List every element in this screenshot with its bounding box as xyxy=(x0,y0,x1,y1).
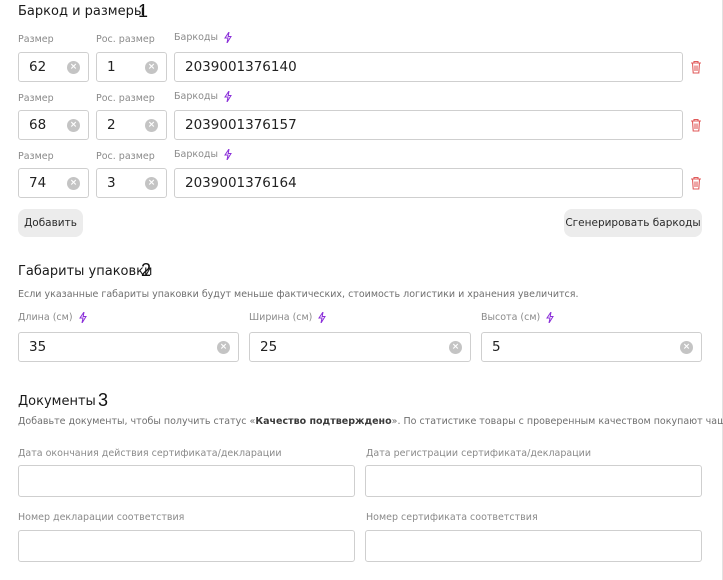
size-label: Размер xyxy=(18,93,54,104)
width-input[interactable]: 25 × xyxy=(249,332,471,362)
clear-icon[interactable]: × xyxy=(145,60,158,74)
height-label: Высота (см) xyxy=(481,312,555,323)
lightning-icon[interactable] xyxy=(318,312,327,323)
lightning-icon[interactable] xyxy=(546,312,555,323)
clear-icon[interactable]: × xyxy=(67,176,80,190)
cert-reg-date-label: Дата регистрации сертификата/декларации xyxy=(366,448,592,459)
width-label: Ширина (см) xyxy=(249,312,327,323)
clear-icon[interactable]: × xyxy=(67,60,80,74)
clear-icon[interactable]: × xyxy=(449,340,462,354)
height-input[interactable]: 5 × xyxy=(481,332,702,362)
lightning-icon[interactable] xyxy=(224,149,232,160)
cert-reg-date-input[interactable] xyxy=(365,465,702,497)
section-marker-1: 1 xyxy=(138,1,149,21)
ru-size-label: Рос. размер xyxy=(96,34,155,45)
ru-size-input[interactable]: 2 × xyxy=(96,110,167,140)
size-input[interactable]: 62 × xyxy=(18,52,89,82)
barcode-input[interactable]: 2039001376157 xyxy=(174,110,683,140)
documents-description: Добавьте документы, чтобы получить стату… xyxy=(18,416,723,427)
ru-size-input[interactable]: 1 × xyxy=(96,52,167,82)
lightning-icon[interactable] xyxy=(224,91,232,102)
packaging-description: Если указанные габариты упаковки будут м… xyxy=(18,289,579,300)
ru-size-label: Рос. размер xyxy=(96,151,155,162)
clear-icon[interactable]: × xyxy=(145,176,158,190)
ru-size-label: Рос. размер xyxy=(96,93,155,104)
size-input[interactable]: 74 × xyxy=(18,168,89,198)
lightning-icon[interactable] xyxy=(78,312,87,323)
generate-barcodes-button[interactable]: Сгенерировать баркоды xyxy=(564,209,702,237)
declaration-number-input[interactable] xyxy=(18,530,355,562)
certificate-number-label: Номер сертификата соответствия xyxy=(366,512,538,523)
barcodes-label: Баркоды xyxy=(174,32,232,43)
section-marker-2: 2 xyxy=(141,260,152,280)
clear-icon[interactable]: × xyxy=(67,118,80,132)
size-label: Размер xyxy=(18,34,54,45)
section-marker-3: 3 xyxy=(98,390,109,410)
size-input[interactable]: 68 × xyxy=(18,110,89,140)
clear-icon[interactable]: × xyxy=(680,340,693,354)
add-button[interactable]: Добавить xyxy=(18,209,83,237)
length-label: Длина (см) xyxy=(18,312,87,323)
quality-status-text: Качество подтверждено xyxy=(255,416,392,427)
clear-icon[interactable]: × xyxy=(145,118,158,132)
length-input[interactable]: 35 × xyxy=(18,332,239,362)
lightning-icon[interactable] xyxy=(224,32,232,43)
cert-end-date-input[interactable] xyxy=(18,465,355,497)
size-label: Размер xyxy=(18,151,54,162)
trash-icon[interactable] xyxy=(690,118,702,132)
documents-section-title: Документы xyxy=(18,394,96,409)
declaration-number-label: Номер декларации соответствия xyxy=(18,512,185,523)
clear-icon[interactable]: × xyxy=(217,340,230,354)
barcodes-label: Баркоды xyxy=(174,91,232,102)
barcodes-section-title: Баркод и размеры xyxy=(18,4,145,19)
barcode-input[interactable]: 2039001376164 xyxy=(174,168,683,198)
barcodes-label: Баркоды xyxy=(174,149,232,160)
barcode-input[interactable]: 2039001376140 xyxy=(174,52,683,82)
trash-icon[interactable] xyxy=(690,176,702,190)
packaging-section-title: Габариты упаковки xyxy=(18,264,153,279)
certificate-number-input[interactable] xyxy=(365,530,702,562)
trash-icon[interactable] xyxy=(690,60,702,74)
ru-size-input[interactable]: 3 × xyxy=(96,168,167,198)
cert-end-date-label: Дата окончания действия сертификата/декл… xyxy=(18,448,282,459)
